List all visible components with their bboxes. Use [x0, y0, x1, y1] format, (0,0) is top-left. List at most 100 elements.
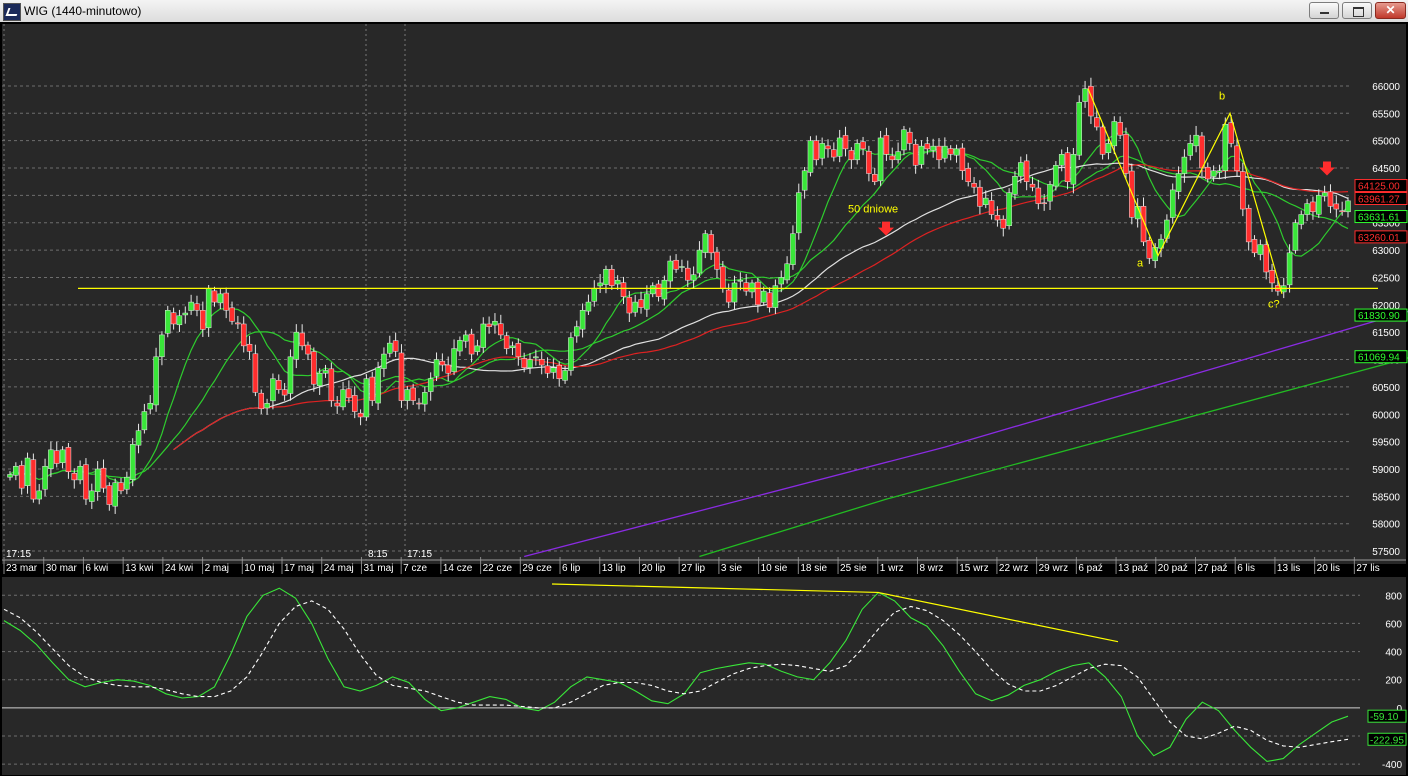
ma-label: 61069.94 [1358, 353, 1400, 364]
candle-down [673, 259, 679, 270]
date-label: 14 cze [443, 563, 473, 574]
date-label: 24 maj [324, 563, 354, 574]
date-label: 2 maj [205, 563, 229, 574]
candle-up [77, 465, 83, 481]
candle-up [1193, 134, 1199, 147]
candle-down [889, 155, 896, 161]
candle-down [258, 392, 264, 410]
date-label: 22 wrz [999, 563, 1028, 574]
candle-up [1316, 195, 1322, 215]
candle-up [363, 378, 370, 418]
candle-up [176, 315, 183, 326]
candle-down [445, 364, 451, 374]
candle-up [165, 310, 171, 334]
candle-up [632, 301, 638, 313]
candle-down [714, 251, 720, 270]
ma-label: 63631.61 [1358, 213, 1400, 224]
candle-down [30, 459, 37, 500]
candle-down [276, 380, 282, 390]
ma-label: 63961.27 [1358, 195, 1400, 206]
time-label: 17:15 [407, 549, 432, 560]
candle-up [1070, 154, 1077, 185]
candle-down [842, 135, 849, 150]
candle-up [784, 263, 790, 281]
price-tick-label: 58500 [1372, 492, 1400, 503]
candle-up [451, 348, 457, 372]
date-label: 13 lip [602, 563, 626, 574]
candle-down [1117, 122, 1123, 136]
candle-up [801, 170, 808, 191]
price-tick-label: 59000 [1372, 465, 1400, 476]
candle-up [568, 337, 574, 371]
date-label: 31 maj [363, 563, 393, 574]
candle-down [871, 174, 878, 182]
candle-down [1041, 202, 1047, 205]
candle-up [182, 312, 189, 316]
candle-up [36, 490, 42, 500]
restore-icon [1353, 7, 1364, 17]
time-label: 8:15 [368, 549, 388, 560]
candle-down [351, 395, 358, 412]
candle-down [947, 148, 954, 155]
candle-up [1304, 203, 1310, 215]
date-label: 10 maj [244, 563, 274, 574]
candle-up [942, 145, 948, 159]
candle-down [1310, 201, 1316, 213]
candle-down [883, 135, 890, 155]
candle-up [597, 282, 603, 287]
candle-up [585, 301, 592, 312]
osc-tick-label: 200 [1385, 676, 1402, 687]
close-button[interactable]: ✕ [1375, 2, 1406, 19]
candle-down [229, 307, 235, 322]
candle-up [217, 293, 224, 304]
price-tick-label: 62500 [1372, 273, 1400, 284]
candle-up [509, 345, 516, 349]
candle-up [1053, 165, 1059, 187]
candle-up [1210, 170, 1217, 177]
candle-down [924, 143, 931, 150]
candle-down [544, 365, 551, 374]
candle-up [462, 334, 469, 342]
candle-up [112, 482, 118, 507]
candle-up [1216, 170, 1223, 173]
candle-up [7, 474, 13, 478]
candle-up [381, 353, 387, 369]
candle-up [387, 342, 393, 354]
restore-button[interactable] [1342, 2, 1372, 19]
candle-down [1094, 117, 1100, 128]
candle-up [264, 403, 270, 409]
date-label: 18 sie [800, 563, 827, 574]
price-tick-label: 61500 [1372, 328, 1400, 339]
candle-down [410, 387, 416, 401]
candle-up [340, 389, 346, 408]
candle-down [866, 151, 872, 174]
candle-down [299, 332, 305, 347]
date-label: 20 paź [1158, 563, 1188, 574]
candle-down [170, 312, 177, 325]
date-label: 13 paź [1118, 563, 1148, 574]
candle-down [1029, 183, 1036, 188]
date-label: 20 lis [1317, 563, 1340, 574]
candle-up [603, 269, 609, 285]
candle-down [311, 351, 317, 385]
candle-down [416, 402, 422, 405]
candle-up [293, 331, 300, 360]
candle-down [685, 267, 691, 281]
candle-up [527, 359, 533, 368]
candle-up [877, 137, 884, 182]
candle-down [515, 343, 522, 358]
oscillator-panel [2, 577, 1406, 775]
chart-area[interactable]: 5750058000585005900059500600006050061000… [0, 22, 1408, 776]
candle-up [667, 260, 673, 282]
minimize-button[interactable] [1309, 2, 1339, 19]
price-tick-label: 65000 [1372, 137, 1400, 148]
candle-down [912, 143, 919, 166]
candle-down [831, 149, 837, 158]
candle-down [211, 290, 218, 303]
candle-down [1099, 126, 1106, 155]
candle-up [316, 372, 323, 387]
osc-tick-label: 800 [1385, 591, 1402, 602]
candle-down [1205, 166, 1211, 180]
candle-up [1169, 189, 1176, 218]
candle-up [1018, 162, 1024, 177]
